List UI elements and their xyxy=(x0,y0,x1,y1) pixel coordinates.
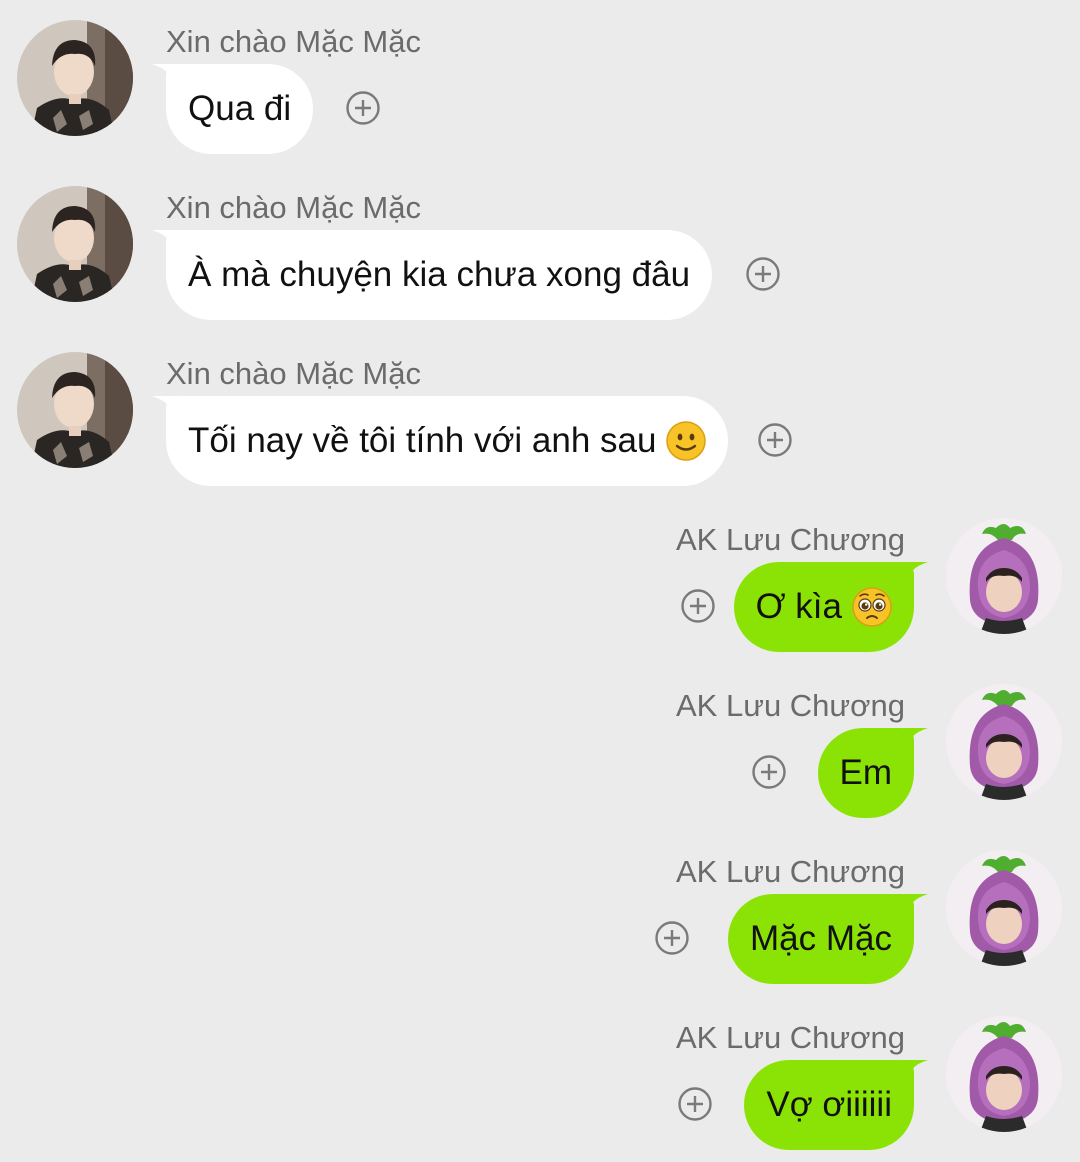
message-bubble[interactable]: Mặc Mặc xyxy=(728,894,928,984)
sender-name: Xin chào Mặc Mặc xyxy=(166,190,421,225)
message-text: Tối nay về tôi tính với anh sau xyxy=(188,421,657,460)
pleading-face-icon xyxy=(852,587,892,627)
avatar[interactable] xyxy=(946,1016,1062,1132)
sender-name: AK Lưu Chương xyxy=(675,522,905,557)
message-row: Xin chào Mặc Mặc Tối nay về tôi tính với… xyxy=(0,332,1080,498)
message-bubble[interactable]: Qua đi xyxy=(152,64,314,154)
sender-name: Xin chào Mặc Mặc xyxy=(166,24,421,59)
bubble-tail xyxy=(152,230,176,254)
avatar-man-icon xyxy=(17,20,133,136)
avatar-eggplant-hat-icon xyxy=(946,850,1062,966)
add-reaction-icon[interactable] xyxy=(655,921,689,955)
message-bubble[interactable]: Tối nay về tôi tính với anh sau xyxy=(152,396,729,486)
add-reaction-icon[interactable] xyxy=(346,91,380,125)
bubble-tail xyxy=(904,894,928,918)
message-text: Ơ kìa xyxy=(755,587,842,626)
avatar[interactable] xyxy=(17,352,133,468)
message-text: À mà chuyện kia chưa xong đâu xyxy=(188,255,691,294)
bubble-tail xyxy=(904,728,928,752)
avatar-eggplant-hat-icon xyxy=(946,684,1062,800)
sender-name: AK Lưu Chương xyxy=(675,688,905,723)
add-reaction-icon[interactable] xyxy=(758,423,792,457)
bubble-tail xyxy=(152,396,176,420)
message-row: AK Lưu Chương Vợ ơiiiiii xyxy=(0,996,1080,1162)
message-text: Em xyxy=(839,753,893,792)
message-text: Vợ ơiiiiii xyxy=(766,1085,892,1124)
add-reaction-icon[interactable] xyxy=(752,755,786,789)
message-bubble[interactable]: Vợ ơiiiiii xyxy=(744,1060,928,1150)
sender-name: Xin chào Mặc Mặc xyxy=(166,356,421,391)
message-bubble[interactable]: Em xyxy=(817,728,928,818)
add-reaction-icon[interactable] xyxy=(681,589,715,623)
sender-name: AK Lưu Chương xyxy=(675,854,905,889)
add-reaction-icon[interactable] xyxy=(746,257,780,291)
add-reaction-icon[interactable] xyxy=(678,1087,712,1121)
message-bubble[interactable]: Ơ kìa xyxy=(733,562,928,652)
bubble-tail xyxy=(904,562,928,586)
avatar[interactable] xyxy=(946,850,1062,966)
avatar-eggplant-hat-icon xyxy=(946,518,1062,634)
bubble-tail xyxy=(152,64,176,88)
message-row: AK Lưu Chương Mặc Mặc xyxy=(0,830,1080,996)
avatar-man-icon xyxy=(17,186,133,302)
message-row: Xin chào Mặc Mặc Qua đi xyxy=(0,0,1080,166)
avatar[interactable] xyxy=(946,684,1062,800)
avatar[interactable] xyxy=(17,186,133,302)
slightly-smiling-face-icon xyxy=(666,421,707,461)
avatar[interactable] xyxy=(17,20,133,136)
message-bubble[interactable]: À mà chuyện kia chưa xong đâu xyxy=(152,230,713,320)
bubble-tail xyxy=(904,1060,928,1084)
avatar-man-icon xyxy=(17,352,133,468)
message-row: AK Lưu Chương Ơ kìa xyxy=(0,498,1080,664)
sender-name: AK Lưu Chương xyxy=(675,1020,905,1055)
message-text: Mặc Mặc xyxy=(750,919,892,958)
message-text: Qua đi xyxy=(188,89,292,128)
avatar-eggplant-hat-icon xyxy=(946,1016,1062,1132)
avatar[interactable] xyxy=(946,518,1062,634)
message-row: AK Lưu Chương Em xyxy=(0,664,1080,830)
message-row: Xin chào Mặc Mặc À mà chuyện kia chưa xo… xyxy=(0,166,1080,332)
